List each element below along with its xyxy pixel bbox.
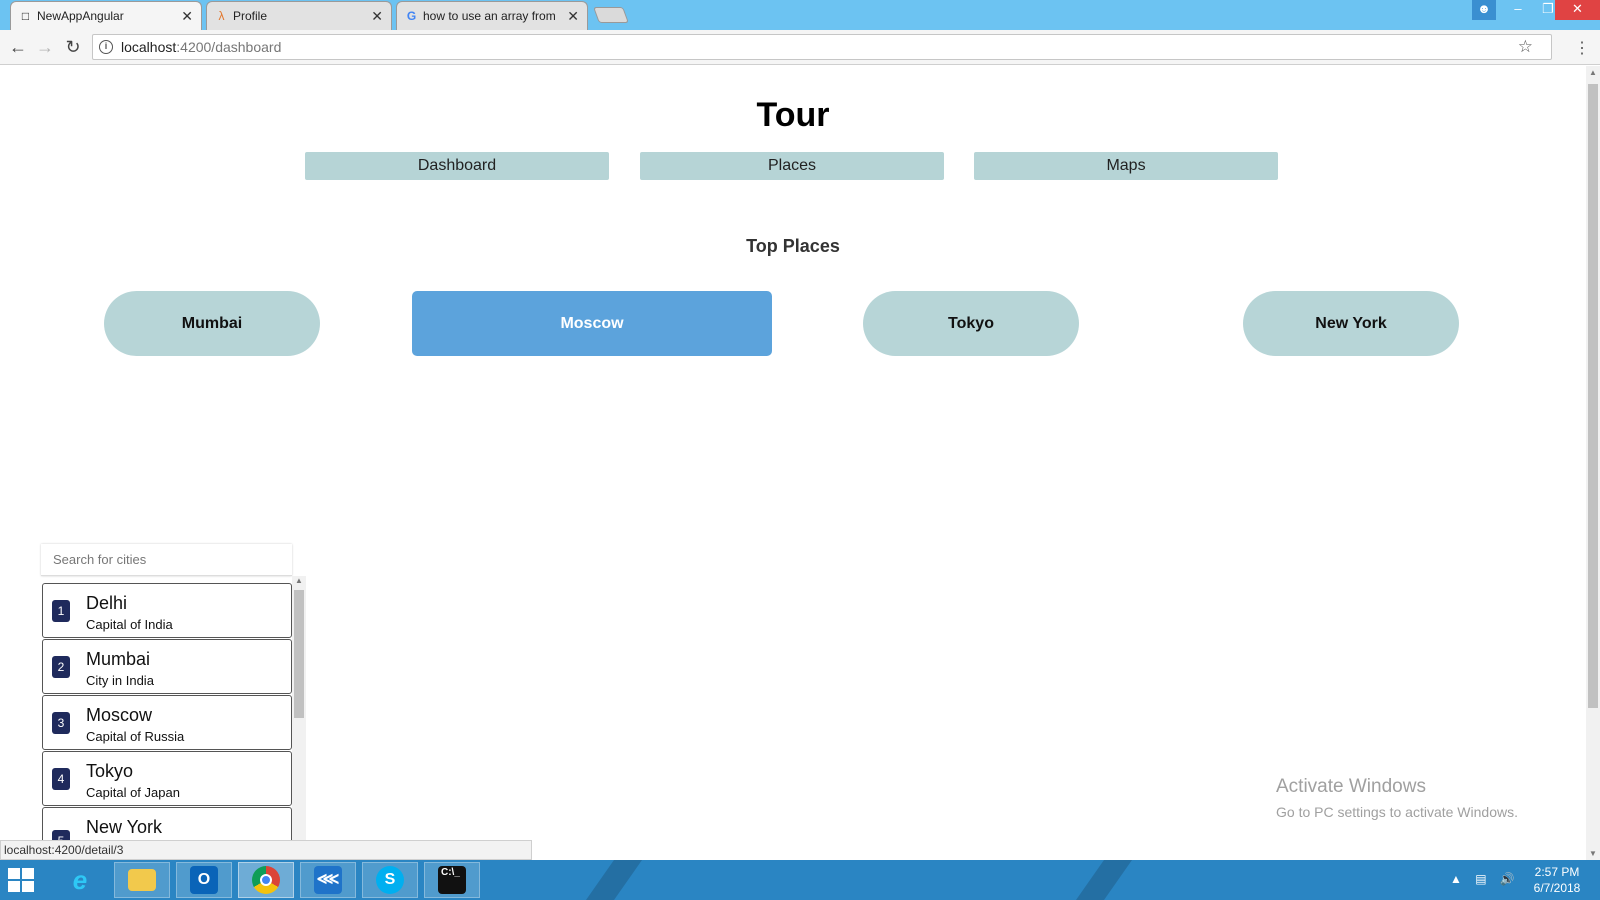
taskbar-decoration [585, 860, 643, 900]
scroll-down-arrow-icon[interactable]: ▼ [1586, 849, 1600, 858]
result-city-name: New York [86, 817, 163, 837]
file-explorer-icon[interactable] [114, 862, 170, 898]
browser-tab-strip: □ NewAppAngular ✕ λ Profile ✕ G how to u… [0, 0, 1600, 30]
address-bar[interactable]: i localhost:4200/dashboard ☆ [92, 34, 1552, 60]
close-icon[interactable]: ✕ [567, 8, 579, 25]
list-item[interactable]: 1 Delhi Capital of India [42, 583, 292, 638]
result-number-badge: 3 [52, 712, 70, 734]
tray-expand-icon[interactable]: ▲ [1450, 872, 1462, 886]
visual-studio-code-icon[interactable]: ⋘ [300, 862, 356, 898]
list-item[interactable]: 3 Moscow Capital of Russia [42, 695, 292, 750]
result-number-badge: 1 [52, 600, 70, 622]
clock-time: 2:57 PM [1534, 865, 1580, 879]
close-icon[interactable]: ✕ [181, 8, 193, 25]
activate-windows-watermark: Activate Windows Go to PC settings to ac… [1276, 776, 1518, 820]
chrome-icon[interactable] [238, 862, 294, 898]
address-path: :4200/dashboard [176, 39, 282, 55]
windows-start-icon[interactable] [8, 868, 38, 894]
results-scrollbar[interactable]: ▲ [292, 576, 306, 860]
internet-explorer-icon[interactable]: e [52, 862, 108, 898]
back-arrow-icon[interactable]: ← [7, 36, 29, 58]
outlook-icon[interactable]: O [176, 862, 232, 898]
address-host: localhost [121, 39, 177, 55]
city-search-input[interactable] [41, 544, 292, 576]
close-icon[interactable]: ✕ [371, 8, 383, 25]
browser-toolbar: ← → ↻ i localhost:4200/dashboard ☆ ⋮ [0, 30, 1600, 65]
user-profile-icon[interactable]: ☻ [1472, 0, 1496, 20]
result-city-name: Moscow [86, 705, 153, 725]
info-icon[interactable]: i [99, 40, 113, 54]
page-icon: □ [21, 9, 30, 23]
scroll-up-arrow-icon[interactable]: ▲ [292, 576, 306, 585]
volume-icon[interactable]: 🔊 [1500, 872, 1515, 886]
window-close-icon[interactable]: ✕ [1555, 0, 1600, 20]
result-number-badge: 2 [52, 656, 70, 678]
page-viewport: Tour Dashboard Places Maps Top Places Mu… [0, 66, 1586, 860]
place-card-moscow[interactable]: Moscow [412, 291, 772, 356]
page-title: Tour [756, 96, 830, 134]
nav-dashboard-button[interactable]: Dashboard [305, 152, 609, 180]
result-city-name: Delhi [86, 593, 128, 613]
scroll-up-arrow-icon[interactable]: ▲ [1586, 68, 1600, 77]
list-item[interactable]: 2 Mumbai City in India [42, 639, 292, 694]
page-scrollbar[interactable]: ▲ ▼ [1586, 66, 1600, 860]
skype-icon[interactable]: S [362, 862, 418, 898]
tab-title: Profile [233, 9, 268, 23]
place-card-tokyo[interactable]: Tokyo [863, 291, 1079, 356]
tab-newappangular[interactable]: □ NewAppAngular ✕ [10, 1, 202, 30]
lambda-icon: λ [218, 9, 225, 23]
result-number-badge: 4 [52, 768, 70, 790]
network-icon[interactable]: ▤ [1475, 872, 1486, 886]
nav-maps-button[interactable]: Maps [974, 152, 1278, 180]
result-city-description: Capital of Japan [86, 785, 180, 800]
result-city-description: City in India [86, 673, 154, 688]
command-prompt-icon[interactable]: C:\_ [424, 862, 480, 898]
result-city-name: Tokyo [86, 761, 134, 781]
status-bar-url: localhost:4200/detail/3 [0, 840, 532, 860]
tab-title: NewAppAngular [37, 9, 124, 23]
tab-title: how to use an array from [423, 9, 556, 23]
result-city-description: Capital of Russia [86, 729, 185, 744]
new-tab-button[interactable] [593, 7, 629, 23]
windows-taskbar: e O ⋘ S C:\_ ▲ ▤ 🔊 2:57 PM 6/7/2018 [0, 860, 1600, 900]
place-card-mumbai[interactable]: Mumbai [104, 291, 320, 356]
nav-places-button[interactable]: Places [640, 152, 944, 180]
taskbar-clock[interactable]: 2:57 PM 6/7/2018 [1522, 864, 1592, 896]
result-city-description: Capital of India [86, 617, 173, 632]
tab-google-search[interactable]: G how to use an array from ✕ [396, 1, 588, 30]
watermark-title: Activate Windows [1276, 776, 1426, 797]
taskbar-decoration [1075, 860, 1133, 900]
top-places-heading: Top Places [746, 236, 840, 256]
reload-icon[interactable]: ↻ [62, 36, 84, 58]
browser-menu-icon[interactable]: ⋮ [1574, 38, 1590, 58]
clock-date: 6/7/2018 [1533, 881, 1581, 895]
google-icon: G [406, 9, 417, 23]
search-results-list: 1 Delhi Capital of India 2 Mumbai City i… [41, 576, 309, 860]
watermark-subtitle: Go to PC settings to activate Windows. [1276, 804, 1518, 820]
results-scroll-thumb[interactable] [294, 590, 304, 718]
bookmark-star-icon[interactable]: ☆ [1518, 37, 1533, 57]
list-item[interactable]: 4 Tokyo Capital of Japan [42, 751, 292, 806]
result-city-name: Mumbai [86, 649, 151, 669]
system-tray: ▲ ▤ 🔊 [1450, 872, 1525, 886]
tab-profile[interactable]: λ Profile ✕ [206, 1, 392, 30]
forward-arrow-icon[interactable]: → [34, 36, 56, 58]
page-scroll-thumb[interactable] [1588, 84, 1598, 708]
place-card-new-york[interactable]: New York [1243, 291, 1459, 356]
